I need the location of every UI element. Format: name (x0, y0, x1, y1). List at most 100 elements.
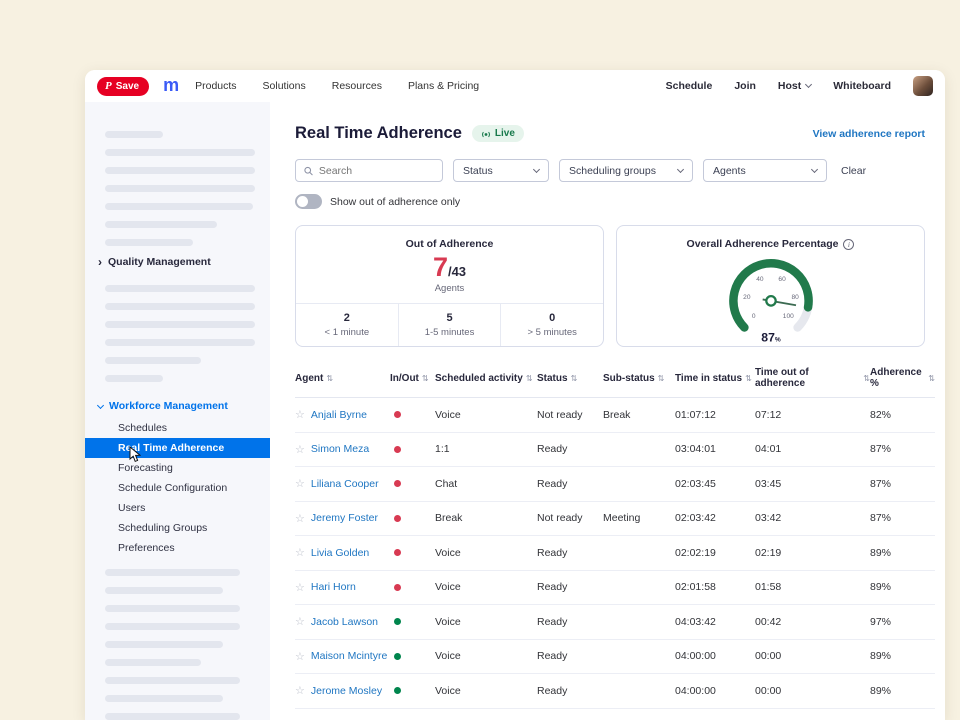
agent-name-link[interactable]: Livia Golden (311, 547, 369, 559)
agents-dropdown[interactable]: Agents (703, 159, 827, 182)
search-box[interactable] (295, 159, 443, 182)
adherence-table: Agent⇅In/Out⇅Scheduled activity⇅Status⇅S… (295, 367, 935, 720)
sort-icon[interactable]: ⇅ (928, 374, 935, 383)
sort-icon[interactable]: ⇅ (571, 374, 578, 383)
agent-name-link[interactable]: Hari Horn (311, 581, 356, 593)
star-icon[interactable]: ☆ (295, 684, 305, 697)
sidebar-item-real-time-adherence[interactable]: Real Time Adherence (85, 438, 270, 458)
nav-item-join[interactable]: Join (734, 80, 756, 92)
search-input[interactable] (319, 165, 434, 177)
cell-inout (390, 653, 435, 660)
table-row[interactable]: ☆Jeremy FosterBreakNot readyMeeting02:03… (295, 502, 935, 537)
star-icon[interactable]: ☆ (295, 408, 305, 421)
inout-status-dot (394, 687, 401, 694)
star-icon[interactable]: ☆ (295, 650, 305, 663)
table-row[interactable]: ☆Anjali ByrneVoiceNot readyBreak01:07:12… (295, 398, 935, 433)
star-icon[interactable]: ☆ (295, 477, 305, 490)
star-icon[interactable]: ☆ (295, 581, 305, 594)
cell-adherence-percent: 87% (870, 512, 935, 524)
table-row[interactable]: ☆Simon Meza1:1Ready03:04:0104:0187% (295, 433, 935, 468)
nav-item-products[interactable]: Products (195, 80, 236, 92)
cell-scheduled-activity: Break (435, 512, 537, 524)
column-header[interactable]: Adherence %⇅ (870, 367, 935, 389)
bucket-label: > 5 minutes (501, 327, 603, 338)
agent-name-link[interactable]: Liliana Cooper (311, 478, 379, 490)
star-icon[interactable]: ☆ (295, 443, 305, 456)
column-header-label: Time in status (675, 373, 742, 384)
sidebar-item-forecasting[interactable]: Forecasting (85, 458, 270, 478)
column-header[interactable]: Time in status⇅ (675, 367, 755, 389)
sort-icon[interactable]: ⇅ (658, 374, 665, 383)
sort-icon[interactable]: ⇅ (745, 374, 752, 383)
table-row[interactable]: ☆Jerome MosleyVoiceReady04:00:0000:0089% (295, 674, 935, 709)
column-header[interactable]: Agent⇅ (295, 367, 390, 389)
column-header[interactable]: Scheduled activity⇅ (435, 367, 537, 389)
skeleton-bar (105, 285, 255, 292)
sidebar-item-scheduling-groups[interactable]: Scheduling Groups (85, 518, 270, 538)
star-icon[interactable]: ☆ (295, 615, 305, 628)
column-header[interactable]: Time out of adherence⇅ (755, 367, 870, 389)
sort-icon[interactable]: ⇅ (422, 374, 429, 383)
skeleton-bar (105, 221, 217, 228)
column-header[interactable]: Status⇅ (537, 367, 603, 389)
table-row[interactable]: ☆Jacob LawsonVoiceReady04:03:4200:4297% (295, 605, 935, 640)
nav-item-host[interactable]: Host (778, 80, 811, 92)
sidebar-item-users[interactable]: Users (85, 498, 270, 518)
table-row[interactable]: ☆Liliana CooperChatReady02:03:4503:4587% (295, 467, 935, 502)
bucket-value: 5 (399, 312, 501, 324)
pinterest-save-button[interactable]: P Save (97, 77, 149, 96)
agent-name-link[interactable]: Jacob Lawson (311, 616, 378, 628)
agent-name-link[interactable]: Maison Mcintyre (311, 650, 387, 662)
skeleton-group (85, 569, 270, 720)
sort-icon[interactable]: ⇅ (863, 374, 870, 383)
star-icon[interactable]: ☆ (295, 512, 305, 525)
agent-name-link[interactable]: Anjali Byrne (311, 409, 367, 421)
table-row[interactable]: ☆Livia GoldenVoiceReady02:02:1902:1989% (295, 536, 935, 571)
cell-scheduled-activity: Voice (435, 616, 537, 628)
status-dropdown[interactable]: Status (453, 159, 549, 182)
sort-icon[interactable]: ⇅ (526, 374, 533, 383)
sidebar-item-schedules[interactable]: Schedules (85, 418, 270, 438)
column-header[interactable]: Sub-status⇅ (603, 367, 675, 389)
nav-item-whiteboard[interactable]: Whiteboard (833, 80, 891, 92)
column-header[interactable]: In/Out⇅ (390, 367, 435, 389)
nav-item-solutions[interactable]: Solutions (263, 80, 306, 92)
user-avatar[interactable] (913, 76, 933, 96)
sidebar-section-label: Workforce Management (109, 400, 228, 412)
sidebar-item-schedule-configuration[interactable]: Schedule Configuration (85, 478, 270, 498)
cell-time-in-status: 04:00:00 (675, 650, 755, 662)
agent-name-link[interactable]: Jerome Mosley (311, 685, 382, 697)
agent-name-link[interactable]: Jeremy Foster (311, 512, 378, 524)
chevron-down-icon (805, 81, 812, 88)
inout-status-dot (394, 515, 401, 522)
cell-inout (390, 411, 435, 418)
nav-item-schedule[interactable]: Schedule (666, 80, 713, 92)
skeleton-bar (105, 695, 223, 702)
sidebar-section-workforce-management[interactable]: Workforce Management (85, 390, 270, 418)
clear-filters-button[interactable]: Clear (841, 165, 866, 177)
sidebar-item-preferences[interactable]: Preferences (85, 538, 270, 558)
cell-adherence-percent: 89% (870, 547, 935, 559)
table-body: ☆Anjali ByrneVoiceNot readyBreak01:07:12… (295, 398, 935, 720)
nav-item-resources[interactable]: Resources (332, 80, 382, 92)
live-signal-icon (481, 129, 491, 138)
star-icon[interactable]: ☆ (295, 546, 305, 559)
cell-status: Ready (537, 547, 603, 559)
sort-icon[interactable]: ⇅ (326, 374, 333, 383)
table-row[interactable]: ☆Maison McintyreVoiceReady04:00:0000:008… (295, 640, 935, 675)
bucket-1-5-minutes: 5 1-5 minutes (398, 304, 501, 347)
table-row[interactable]: ☆Hari HornVoiceReady02:01:5801:5889% (295, 571, 935, 606)
inout-status-dot (394, 618, 401, 625)
brand-logo[interactable]: m (163, 76, 179, 94)
cell-agent: ☆ Anjali Byrne (295, 408, 390, 421)
scheduling-groups-dropdown[interactable]: Scheduling groups (559, 159, 693, 182)
info-icon[interactable]: i (843, 239, 854, 250)
inout-status-dot (394, 653, 401, 660)
card-title: Out of Adherence (296, 238, 603, 250)
nav-item-plans-pricing[interactable]: Plans & Pricing (408, 80, 479, 92)
table-row[interactable]: ☆Reggie PearsonVoiceReady03:30:0000:0089… (295, 709, 935, 720)
agent-name-link[interactable]: Simon Meza (311, 443, 369, 455)
view-adherence-report-link[interactable]: View adherence report (813, 128, 925, 140)
sidebar-section-quality-management[interactable]: › Quality Management (85, 246, 270, 274)
out-of-adherence-toggle[interactable] (295, 194, 322, 209)
